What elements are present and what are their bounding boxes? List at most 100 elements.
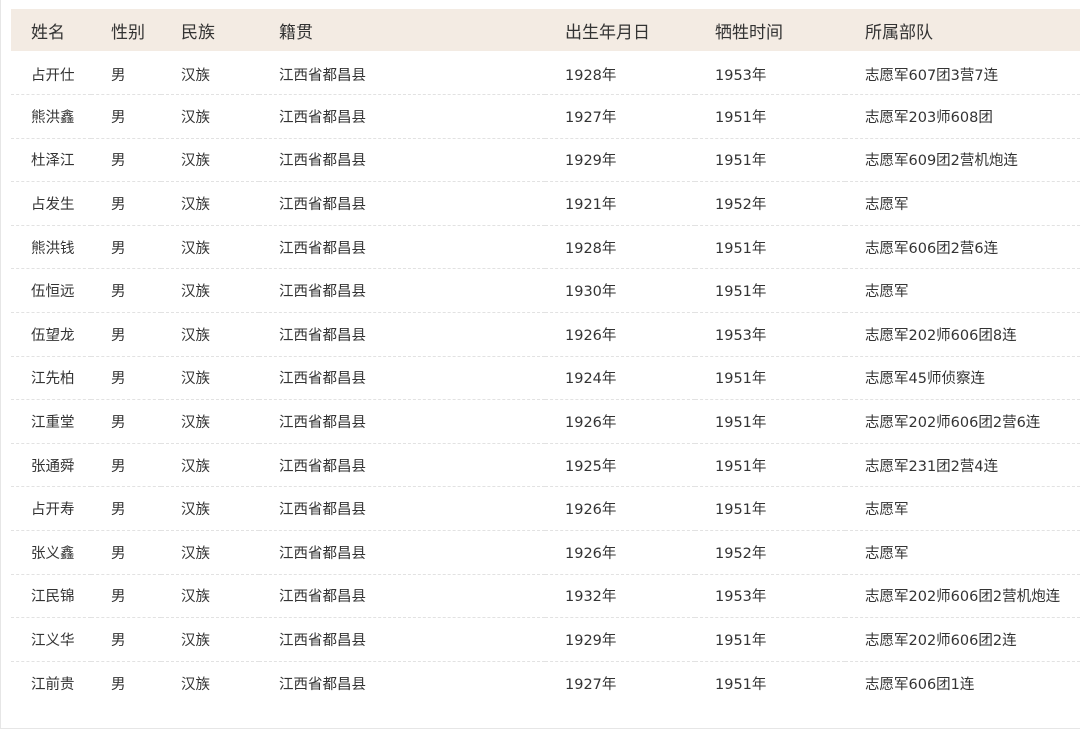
cell-birth-date: 1932年 — [565, 589, 617, 606]
header-origin: 籍贯 — [279, 22, 313, 43]
page: 姓名 性别 民族 籍贯 出生年月日 牺牲时间 所属部队 占开仕男汉族 江西省都昌县… — [0, 0, 1080, 729]
cell-unit: 志愿军609团2营机炮连 — [865, 153, 1018, 170]
table-header-row: 姓名 性别 民族 籍贯 出生年月日 牺牲时间 所属部队 — [11, 9, 1080, 51]
header-unit: 所属部队 — [865, 22, 933, 43]
cell-name: 江重堂 — [31, 415, 75, 432]
cell-ethnicity: 汉族 — [181, 67, 210, 84]
cell-death-date: 1951年 — [715, 284, 767, 301]
cell-ethnicity: 汉族 — [181, 153, 210, 170]
cell-death-date: 1951年 — [715, 502, 767, 519]
cell-origin: 江西省都昌县 — [279, 415, 366, 432]
cell-unit: 志愿军45师侦察连 — [865, 371, 985, 388]
cell-name: 占发生 — [31, 197, 75, 214]
cell-death-date: 1953年 — [715, 589, 767, 606]
cell-ethnicity: 汉族 — [181, 240, 210, 257]
cell-unit: 志愿军202师606团2营6连 — [865, 415, 1041, 432]
cell-ethnicity: 汉族 — [181, 589, 210, 606]
cell-birth-date: 1926年 — [565, 502, 617, 519]
cell-unit: 志愿军 — [865, 197, 909, 214]
martyrs-table: 姓名 性别 民族 籍贯 出生年月日 牺牲时间 所属部队 占开仕男汉族 江西省都昌县… — [11, 9, 1080, 705]
cell-name: 张义鑫 — [31, 545, 75, 562]
cell-unit: 志愿军202师606团2营机炮连 — [865, 589, 1061, 606]
cell-origin: 江西省都昌县 — [279, 240, 366, 257]
cell-sex: 男 — [111, 415, 126, 432]
cell-death-date: 1951年 — [715, 109, 767, 126]
table-row: 占开仕 男 汉族 江西省都昌县 1928年 1953年 志愿军607团3营7连 — [11, 51, 1080, 95]
cell-death-date: 1951年 — [715, 415, 767, 432]
cell-death-date: 1952年 — [715, 545, 767, 562]
cell-name: 伍望龙 — [31, 327, 75, 344]
header-birth-date: 出生年月日 — [565, 22, 650, 43]
cell-unit: 志愿军606团1连 — [865, 676, 975, 693]
cell-origin: 江西省都昌县 — [279, 676, 366, 693]
header-ethnicity: 民族 — [181, 22, 215, 43]
cell-sex: 男 — [111, 109, 126, 126]
cell-sex: 男 — [111, 502, 126, 519]
cell-name: 江先柏 — [31, 371, 75, 388]
cell-origin: 江西省都昌县 — [279, 371, 366, 388]
header-name: 姓名 — [31, 22, 65, 43]
cell-birth-date: 1927年 — [565, 676, 617, 693]
cell-unit: 志愿军607团3营7连 — [865, 67, 999, 84]
cell-ethnicity: 汉族 — [181, 676, 210, 693]
cell-unit: 志愿军231团2营4连 — [865, 458, 999, 475]
cell-sex: 男 — [111, 327, 126, 344]
cell-origin: 江西省都昌县 — [279, 458, 366, 475]
cell-unit: 志愿军 — [865, 502, 909, 519]
cell-birth-date: 1926年 — [565, 415, 617, 432]
cell-birth-date: 1929年 — [565, 153, 617, 170]
cell-unit: 志愿军203师608团 — [865, 109, 993, 126]
table-row: 占开寿 男 汉族 江西省都昌县 1926年 1951年 志愿军 — [11, 487, 1080, 531]
cell-name: 张通舜 — [31, 458, 75, 475]
cell-sex: 男 — [111, 284, 126, 301]
cell-death-date: 1951年 — [715, 371, 767, 388]
cell-unit: 志愿军202师606团2连 — [865, 633, 1017, 650]
cell-sex: 男 — [111, 153, 126, 170]
cell-sex: 男 — [111, 545, 126, 562]
cell-ethnicity: 汉族 — [181, 545, 210, 562]
cell-origin: 江西省都昌县 — [279, 67, 366, 84]
table-row: 占发生 男 汉族 江西省都昌县 1921年 1952年 志愿军 — [11, 182, 1080, 226]
cell-death-date: 1951年 — [715, 676, 767, 693]
cell-name: 熊洪钱 — [31, 240, 75, 257]
table-row: 杜泽江 男 汉族 江西省都昌县 1929年 1951年 志愿军609团2营机炮连 — [11, 138, 1080, 182]
cell-ethnicity: 汉族 — [181, 502, 210, 519]
table-body: 占开仕男汉族 江西省都昌县 1928年 1953年 志愿军607团3营7连 熊洪鑫男汉族江… — [11, 51, 1080, 705]
cell-origin: 江西省都昌县 — [279, 284, 366, 301]
cell-birth-date: 1929年 — [565, 633, 617, 650]
cell-birth-date: 1928年 — [565, 240, 617, 257]
martyrs-table-container: 姓名 性别 民族 籍贯 出生年月日 牺牲时间 所属部队 占开仕男汉族 江西省都昌县… — [11, 9, 1080, 705]
cell-birth-date: 1924年 — [565, 371, 617, 388]
cell-death-date: 1952年 — [715, 197, 767, 214]
cell-ethnicity: 汉族 — [181, 197, 210, 214]
cell-birth-date: 1930年 — [565, 284, 617, 301]
table-row: 熊洪钱 男 汉族 江西省都昌县 1928年 1951年 志愿军606团2营6连 — [11, 225, 1080, 269]
cell-name: 占开仕 — [31, 67, 75, 84]
cell-origin: 江西省都昌县 — [279, 545, 366, 562]
cell-sex: 男 — [111, 633, 126, 650]
cell-origin: 江西省都昌县 — [279, 327, 366, 344]
cell-death-date: 1951年 — [715, 458, 767, 475]
table-row: 江前贵 男 汉族 江西省都昌县 1927年 1951年 志愿军606团1连 — [11, 661, 1080, 705]
cell-death-date: 1953年 — [715, 67, 767, 84]
cell-name: 江义华 — [31, 633, 75, 650]
header-sex: 性别 — [111, 22, 145, 43]
table-row: 熊洪鑫 男 汉族 江西省都昌县 1927年 1951年 志愿军203师608团 — [11, 95, 1080, 139]
cell-death-date: 1951年 — [715, 633, 767, 650]
cell-death-date: 1951年 — [715, 240, 767, 257]
cell-birth-date: 1928年 — [565, 67, 617, 84]
cell-sex: 男 — [111, 240, 126, 257]
cell-origin: 江西省都昌县 — [279, 197, 366, 214]
cell-ethnicity: 汉族 — [181, 371, 210, 388]
cell-name: 伍恒远 — [31, 284, 75, 301]
table-row: 伍望龙 男 汉族 江西省都昌县 1926年 1953年 志愿军202师606团8连 — [11, 313, 1080, 357]
cell-name: 熊洪鑫 — [31, 109, 75, 126]
cell-name: 杜泽江 — [31, 153, 75, 170]
cell-sex: 男 — [111, 676, 126, 693]
cell-birth-date: 1927年 — [565, 109, 617, 126]
cell-name: 江前贵 — [31, 676, 75, 693]
header-death-date: 牺牲时间 — [715, 22, 783, 43]
table-row: 江重堂 男 汉族 江西省都昌县 1926年 1951年 志愿军202师606团2营6连 — [11, 400, 1080, 444]
cell-birth-date: 1926年 — [565, 327, 617, 344]
cell-unit: 志愿军 — [865, 545, 909, 562]
